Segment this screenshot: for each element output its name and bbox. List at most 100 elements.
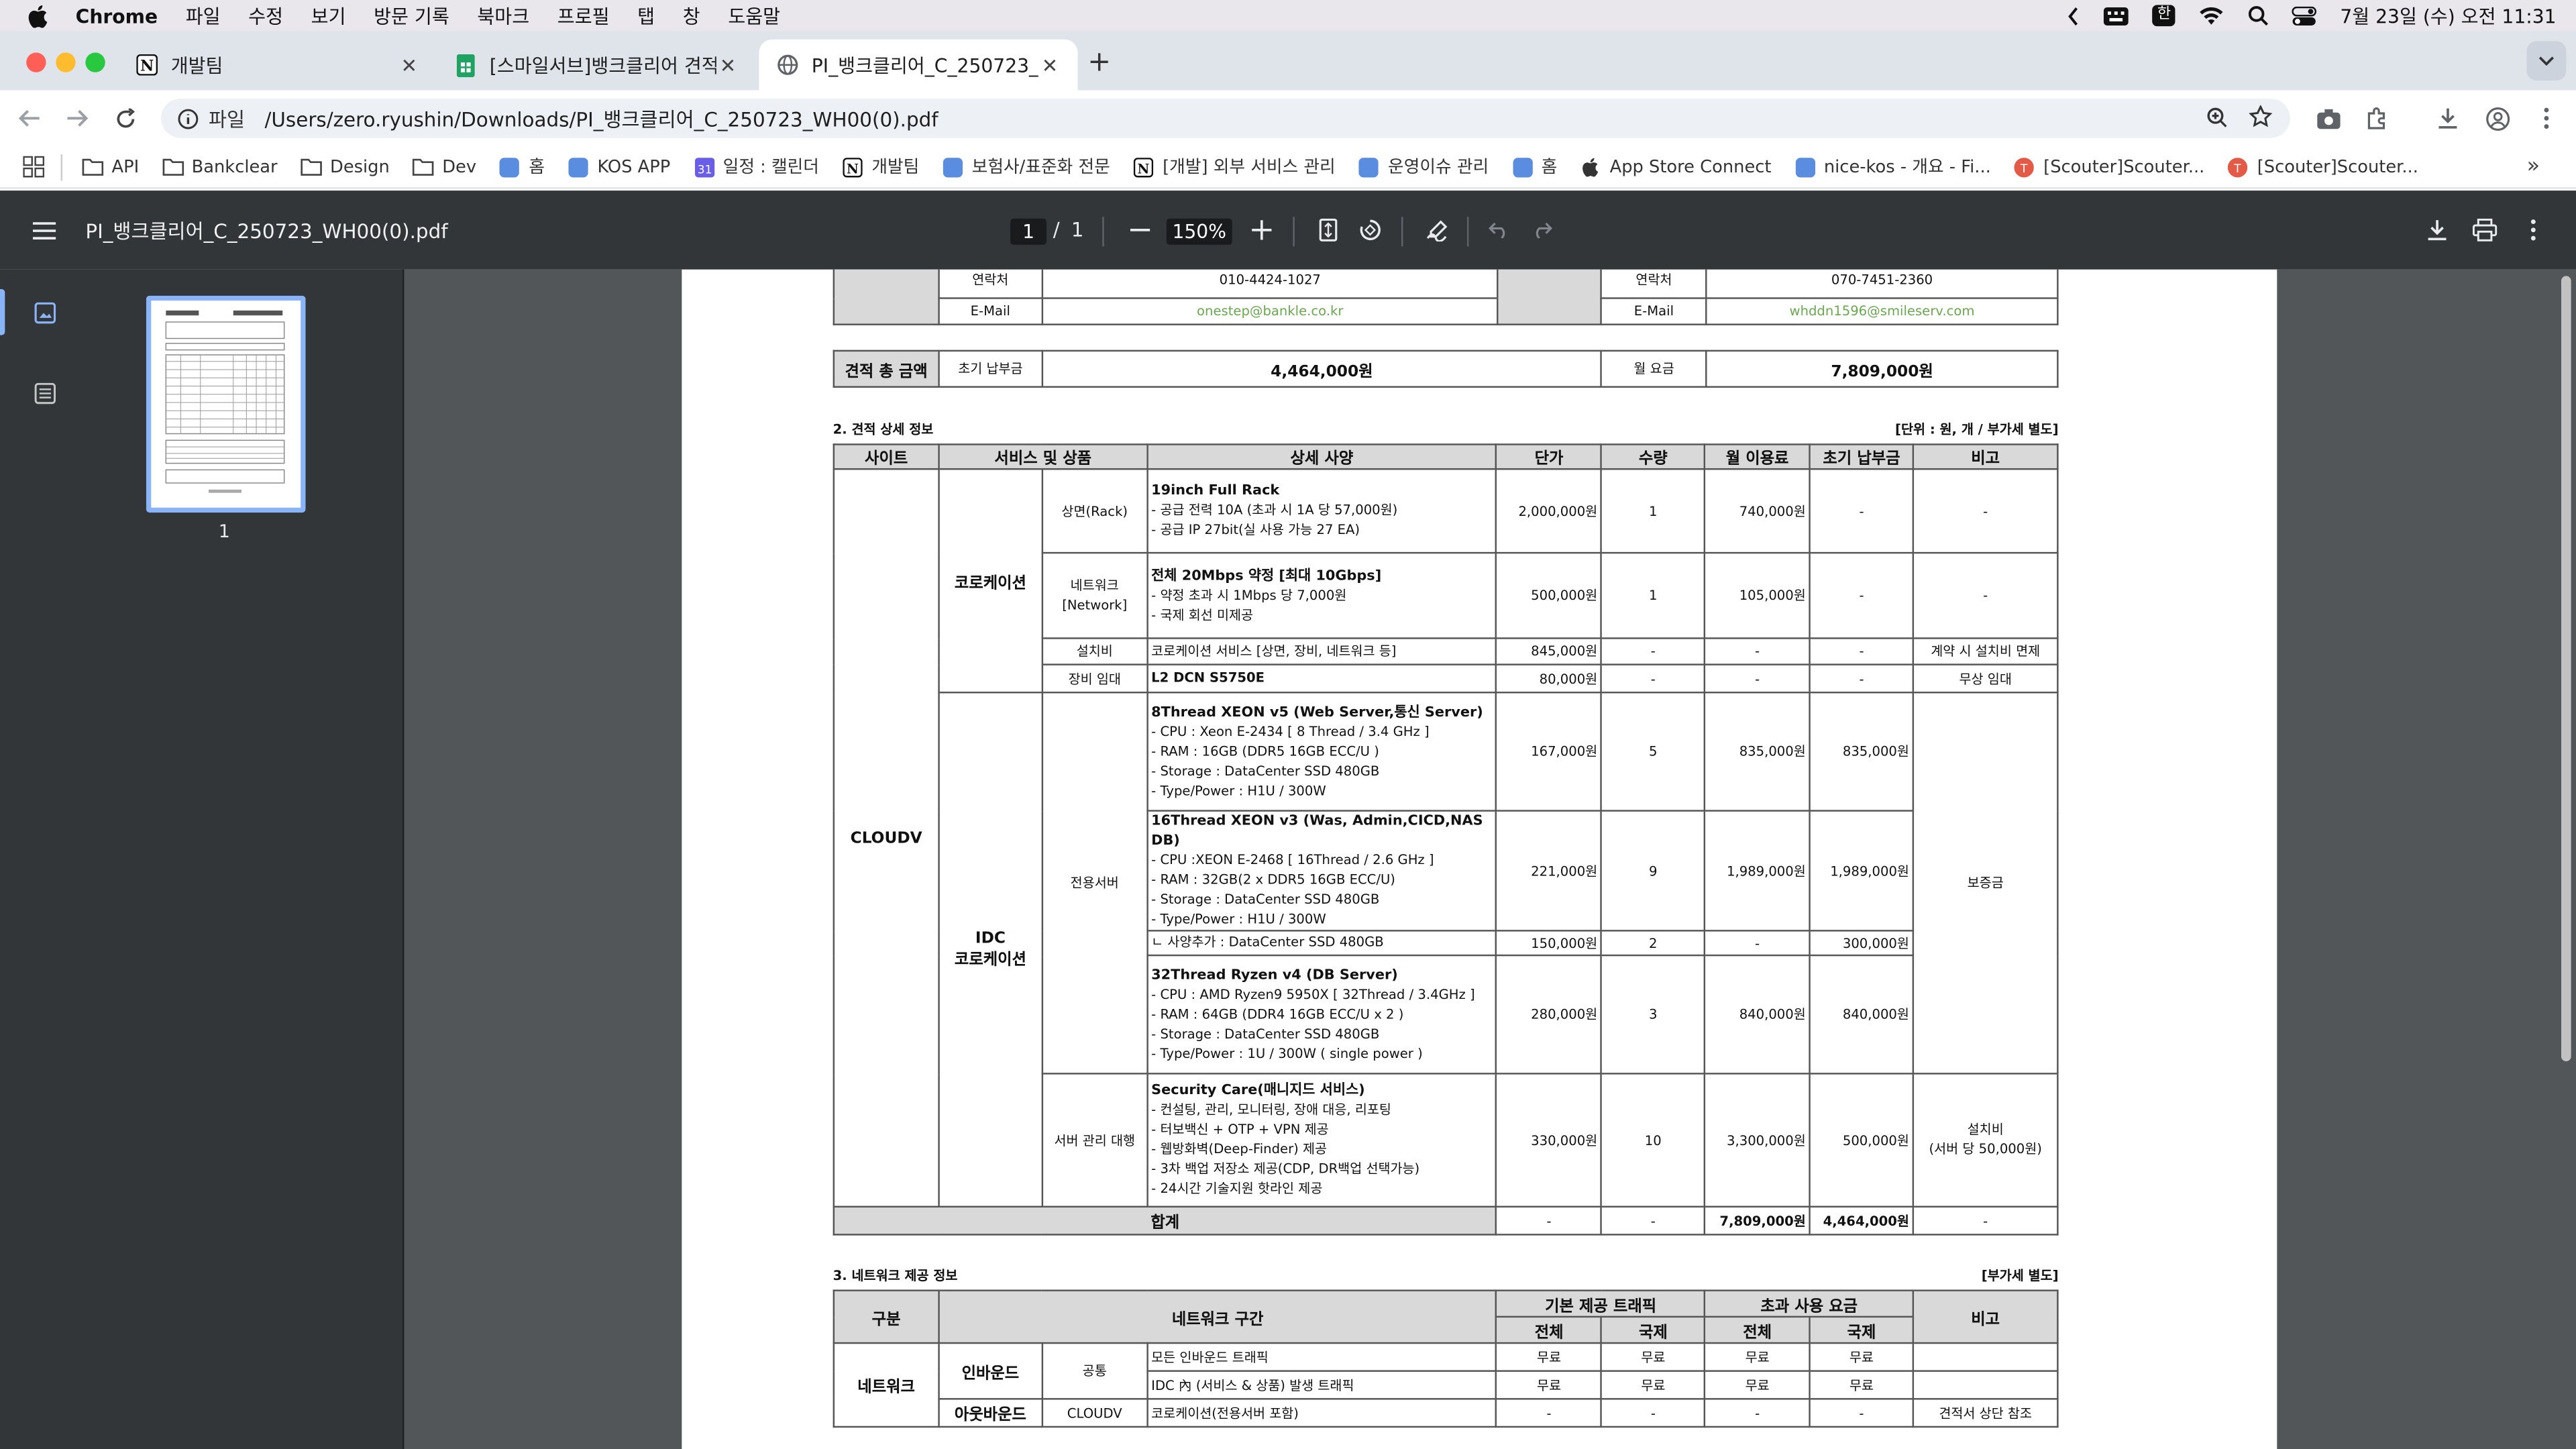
bookmark-star-icon[interactable]: [2249, 104, 2273, 133]
menu-help[interactable]: 도움말: [728, 3, 780, 29]
pdf-download-icon[interactable]: [2418, 212, 2455, 248]
net-group: 네트워크: [833, 1342, 940, 1428]
zoom-in-icon[interactable]: [1244, 212, 1280, 248]
zoom-level-input[interactable]: 150%: [1166, 218, 1232, 245]
note: 계약 시 설치비 면제: [1912, 637, 2059, 665]
control-center-icon[interactable]: [2292, 5, 2318, 25]
chevron-left-icon[interactable]: [2067, 6, 2080, 25]
initial-fee: 300,000원: [1809, 930, 1915, 957]
forward-arrow-icon[interactable]: [58, 91, 97, 146]
page-number-input[interactable]: 1: [1010, 218, 1047, 245]
menu-profiles[interactable]: 프로필: [557, 3, 610, 29]
bookmark-item[interactable]: T [Scouter]Scouter...: [2228, 156, 2418, 178]
outline-view-icon[interactable]: [34, 380, 56, 411]
close-icon[interactable]: ✕: [716, 54, 739, 76]
menu-tab[interactable]: 탭: [637, 3, 655, 29]
extensions-puzzle-icon[interactable]: [2357, 91, 2397, 146]
bookmark-item[interactable]: API: [82, 156, 139, 178]
thumbnails-view-icon[interactable]: [34, 299, 56, 331]
bookmark-item[interactable]: 홈: [499, 154, 545, 179]
menu-file[interactable]: 파일: [186, 3, 221, 29]
fit-to-page-icon[interactable]: [1309, 212, 1346, 248]
spec-line: - Type/Power : 1U / 300W ( single power …: [1151, 1045, 1423, 1061]
col-header-spec: 상세 사양: [1146, 443, 1497, 470]
unit-price: 500,000원: [1495, 551, 1603, 639]
bookmark-item[interactable]: N [개발] 외부 서비스 관리: [1133, 154, 1336, 179]
site-info-chip[interactable]: 파일: [177, 105, 245, 133]
window-minimize-button[interactable]: [56, 52, 76, 72]
col-header-site: 사이트: [833, 443, 940, 470]
quote-detail-table: 사이트 서비스 및 상품 상세 사양 단가 수량 월 이용료 초기 납부금 비고…: [833, 443, 2059, 1236]
note: -: [1912, 551, 2059, 639]
pdf-viewer[interactable]: 연락처 010-4424-1027 연락처 070-7451-2360 E-Ma…: [404, 269, 2576, 1449]
pdf-more-icon[interactable]: [2515, 212, 2551, 248]
profile-avatar-icon[interactable]: [2477, 91, 2517, 146]
menu-view[interactable]: 보기: [311, 3, 346, 29]
redo-icon[interactable]: [1523, 212, 1559, 248]
page-thumbnail[interactable]: [146, 295, 306, 513]
bookmark-label: API: [111, 156, 140, 177]
input-method-indicator[interactable]: 한: [2152, 5, 2176, 27]
back-arrow-icon[interactable]: [10, 91, 50, 146]
apple-icon[interactable]: [26, 4, 49, 28]
spec-line: - 컨설팅, 관리, 모니터링, 장애 대응, 리포팅: [1151, 1102, 1391, 1118]
download-icon[interactable]: [2428, 91, 2468, 146]
bookmark-item[interactable]: 홈: [1511, 154, 1557, 179]
window-close-button[interactable]: [26, 52, 46, 72]
tab-sheets[interactable]: [스마일서브]뱅크클리어 견적서 발송 ✕: [437, 40, 755, 91]
sum-qty: -: [1601, 1205, 1706, 1236]
net-header-base-domestic: 전체: [1495, 1316, 1603, 1344]
initial-fee: 835,000원: [1809, 692, 1915, 812]
close-icon[interactable]: ✕: [398, 54, 421, 76]
screenshot-camera-icon[interactable]: [2308, 91, 2348, 146]
apps-grid-icon[interactable]: [23, 156, 45, 178]
window-zoom-button[interactable]: [85, 52, 105, 72]
keyboard-icon[interactable]: [2103, 6, 2129, 25]
menu-bookmarks[interactable]: 북마크: [477, 3, 529, 29]
new-tab-plus-icon[interactable]: +: [1087, 46, 1111, 79]
menu-edit[interactable]: 수정: [248, 3, 283, 29]
kebab-menu-icon[interactable]: [2527, 91, 2567, 146]
tab-notion[interactable]: N 개발팀 ✕: [118, 40, 437, 91]
net-base-domestic: -: [1495, 1398, 1603, 1428]
bookmark-item[interactable]: T [Scouter]Scouter...: [2014, 156, 2204, 178]
bookmark-label: nice-kos - 개요 - Fi...: [1823, 158, 1991, 178]
bookmark-label: 운영이슈 관리: [1388, 158, 1489, 178]
wifi-icon[interactable]: [2199, 6, 2225, 25]
viewer-scrollbar[interactable]: [2561, 276, 2571, 1062]
bookmark-item[interactable]: N 개발팀: [842, 154, 919, 179]
bookmark-item[interactable]: App Store Connect: [1580, 156, 1771, 178]
menu-app-name[interactable]: Chrome: [76, 4, 158, 27]
undo-icon[interactable]: [1481, 212, 1517, 248]
address-bar[interactable]: 파일 /Users/zero.ryushin/Downloads/PI_뱅크클리…: [161, 98, 2290, 138]
folder-icon: [413, 156, 434, 178]
contact-email-link[interactable]: onestep@bankle.co.kr: [1041, 297, 1499, 325]
bookmark-item[interactable]: Bankclear: [162, 156, 278, 178]
reload-icon[interactable]: [105, 91, 145, 146]
contact-email-link[interactable]: whddn1596@smileserv.com: [1705, 297, 2059, 325]
bookmark-item[interactable]: 31 일정 : 캘린더: [694, 154, 819, 179]
bookmark-item[interactable]: 운영이슈 관리: [1358, 154, 1489, 179]
bookmark-item[interactable]: Design: [301, 156, 390, 178]
hamburger-menu-icon[interactable]: [26, 212, 62, 248]
bookmark-item[interactable]: 보험사/표준화 전문: [943, 154, 1110, 179]
close-icon[interactable]: ✕: [1038, 54, 1061, 76]
menu-history[interactable]: 방문 기록: [374, 3, 449, 29]
spotlight-search-icon[interactable]: [2248, 5, 2269, 26]
bookmark-item[interactable]: nice-kos - 개요 - Fi...: [1794, 154, 1991, 179]
zoom-out-icon[interactable]: [1122, 212, 1159, 248]
chevron-double-right-icon[interactable]: »: [2527, 154, 2540, 179]
menu-clock[interactable]: 7월 23일 (수) 오전 11:31: [2340, 3, 2556, 29]
annotate-pen-icon[interactable]: [1419, 212, 1456, 248]
spec-title: 32Thread Ryzen v4 (DB Server): [1151, 967, 1398, 983]
url-text[interactable]: /Users/zero.ryushin/Downloads/PI_뱅크클리어_C…: [265, 105, 938, 133]
rotate-icon[interactable]: [1352, 212, 1389, 248]
zoom-icon[interactable]: [2206, 107, 2228, 133]
initial-fee: 500,000원: [1809, 1073, 1915, 1208]
bookmark-item[interactable]: Dev: [413, 156, 476, 178]
menu-window[interactable]: 창: [683, 3, 700, 29]
tab-pdf[interactable]: PI_뱅크클리어_C_250723_WH00(0).pdf ✕: [759, 39, 1078, 91]
print-icon[interactable]: [2466, 212, 2502, 248]
tab-search-chevron-icon[interactable]: [2526, 41, 2567, 81]
bookmark-item[interactable]: KOS APP: [568, 156, 670, 178]
